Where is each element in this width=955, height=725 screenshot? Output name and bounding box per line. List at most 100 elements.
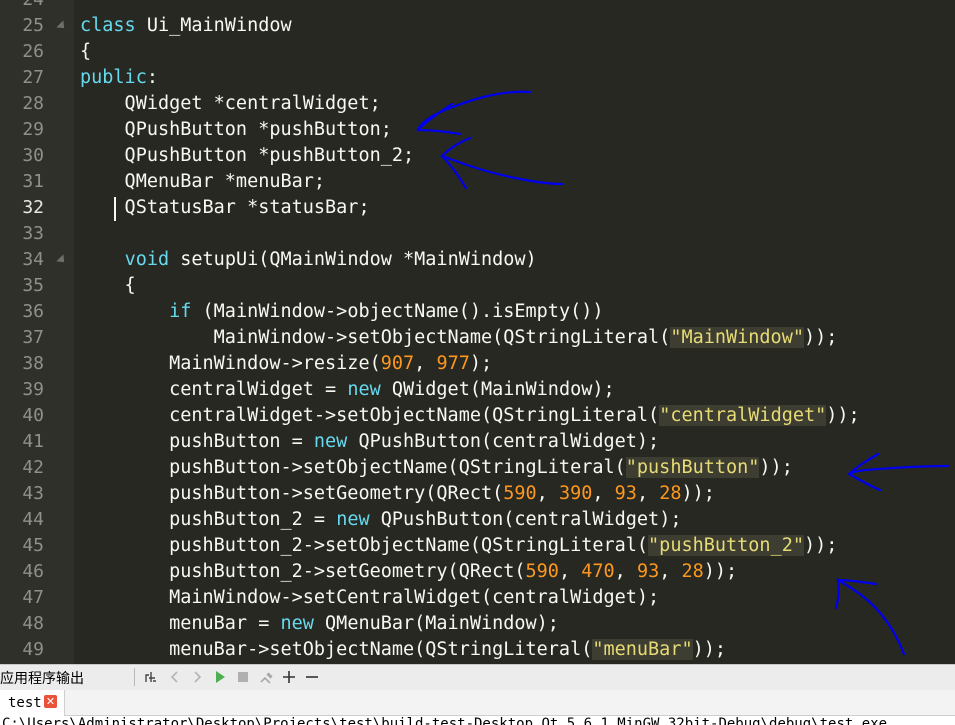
code-token: {: [80, 275, 136, 296]
line-number: 27: [22, 67, 44, 88]
fold-marker-icon[interactable]: [56, 20, 68, 32]
line-number: 35: [22, 275, 44, 296]
code-token: ));: [703, 561, 738, 582]
code-token: ,: [614, 561, 637, 582]
code-line: QWidget *centralWidget;: [80, 91, 381, 117]
code-line: pushButton = new QPushButton(centralWidg…: [80, 429, 659, 455]
line-number: 28: [22, 93, 44, 114]
line-number: 39: [22, 379, 44, 400]
code-line: QPushButton *pushButton_2;: [80, 143, 415, 169]
line-number: 38: [22, 353, 44, 374]
code-token: MainWindow->resize(: [80, 353, 381, 374]
code-token: ,: [659, 561, 682, 582]
code-area[interactable]: class Ui_MainWindow{public: QWidget *cen…: [74, 0, 955, 664]
code-line: pushButton_2->setObjectName(QStringLiter…: [80, 533, 837, 559]
code-line: MainWindow->resize(907, 977);: [80, 351, 492, 377]
code-line: pushButton_2->setGeometry(QRect(590, 470…: [80, 559, 737, 585]
code-token: QPushButton(centralWidget);: [347, 431, 660, 452]
code-token: QPushButton *pushButton;: [80, 119, 392, 140]
code-token: ,: [558, 561, 582, 582]
code-token: centralWidget->setObjectName(QStringLite…: [80, 405, 660, 426]
clear-icon[interactable]: [257, 667, 277, 687]
code-token: public: [80, 67, 147, 88]
code-token: ,: [592, 483, 615, 504]
tab-test[interactable]: test ✕: [0, 690, 65, 716]
code-token: ,: [536, 483, 559, 504]
line-number: 45: [22, 535, 44, 556]
code-line: pushButton->setObjectName(QStringLiteral…: [80, 455, 793, 481]
code-token: new: [347, 379, 381, 400]
code-token: menuBar =: [80, 613, 281, 634]
line-number: 36: [22, 301, 44, 322]
fold-marker-icon[interactable]: [56, 254, 68, 266]
code-token: ));: [692, 639, 727, 660]
line-number: 24: [0, 0, 44, 13]
code-token: ));: [803, 535, 838, 556]
code-line: pushButton->setGeometry(QRect(590, 390, …: [80, 481, 715, 507]
code-token: ));: [759, 457, 793, 478]
output-tab-bar: test ✕: [0, 690, 955, 716]
line-number: 49: [22, 639, 44, 660]
stop-icon[interactable]: [233, 667, 253, 687]
code-token: QWidget *centralWidget;: [80, 93, 381, 114]
code-token: :: [146, 67, 158, 88]
code-token: QPushButton(centralWidget);: [369, 509, 682, 530]
code-line: menuBar->setObjectName(QStringLiteral("m…: [80, 637, 726, 663]
line-number: 26: [22, 41, 44, 62]
line-number: 44: [22, 509, 44, 530]
run-icon[interactable]: [210, 667, 230, 687]
add-icon[interactable]: [279, 667, 299, 687]
code-line: class Ui_MainWindow: [80, 13, 292, 39]
output-panel-title: 应用程序输出: [0, 671, 84, 687]
attach-icon[interactable]: [141, 667, 161, 687]
line-number: 30: [22, 145, 44, 166]
tab-label: test: [8, 695, 42, 711]
code-token: "MainWindow": [670, 327, 804, 348]
code-token: Ui_MainWindow: [135, 15, 292, 36]
code-line: QStatusBar *statusBar;: [80, 195, 370, 221]
next-icon[interactable]: [187, 667, 207, 687]
code-token: {: [80, 41, 92, 62]
output-text: C:\Users\Administrator\Desktop\Projects\…: [2, 716, 888, 725]
code-token: void: [124, 249, 170, 270]
code-token: QMenuBar *menuBar;: [80, 171, 326, 192]
code-token: ));: [681, 483, 715, 504]
code-token: pushButton_2->setGeometry(QRect(: [80, 561, 526, 582]
line-number: 32: [22, 197, 44, 218]
remove-icon[interactable]: [302, 667, 322, 687]
code-token: pushButton_2 =: [80, 509, 337, 530]
line-number: 31: [22, 171, 44, 192]
code-token: QStatusBar *statusBar;: [80, 197, 370, 218]
close-icon[interactable]: ✕: [44, 695, 57, 708]
code-line: QMenuBar *menuBar;: [80, 169, 326, 195]
line-number-gutter: 24 25 26 27 28 29 30 31 32 33 34 35 36 37 38 39 40 41 42 43…: [0, 0, 74, 664]
code-token: 390: [558, 483, 593, 504]
line-number: 34: [22, 249, 44, 270]
code-token: MainWindow->setObjectName(QStringLiteral…: [80, 327, 671, 348]
line-number: 41: [22, 431, 44, 452]
code-token: 907: [380, 353, 415, 374]
prev-icon[interactable]: [165, 667, 185, 687]
code-token: if: [169, 301, 192, 322]
line-number: 43: [22, 483, 44, 504]
code-token: menuBar->setObjectName(QStringLiteral(: [80, 639, 593, 660]
code-token: MainWindow->setCentralWidget(centralWidg…: [80, 587, 660, 608]
code-token: QPushButton *pushButton_2;: [80, 145, 415, 166]
line-number: 33: [22, 223, 44, 244]
code-line: if (MainWindow->objectName().isEmpty()): [80, 299, 603, 325]
output-panel-toolbar: 应用程序输出: [0, 664, 955, 690]
code-token: 590: [525, 561, 559, 582]
code-token: ));: [826, 405, 860, 426]
code-token: pushButton =: [80, 431, 314, 452]
code-line: MainWindow->setObjectName(QStringLiteral…: [80, 325, 837, 351]
code-line: menuBar = new QMenuBar(MainWindow);: [80, 611, 559, 637]
toolbar-separator: [134, 668, 135, 686]
output-text-area[interactable]: C:\Users\Administrator\Desktop\Projects\…: [0, 716, 955, 725]
code-token: QWidget(MainWindow);: [380, 379, 615, 400]
code-token: "pushButton_2": [648, 535, 804, 556]
code-token: pushButton->setObjectName(QStringLiteral…: [80, 457, 626, 478]
code-token: 590: [503, 483, 537, 504]
line-number: 42: [22, 457, 44, 478]
code-editor[interactable]: 24 25 26 27 28 29 30 31 32 33 34 35 36 37 38 39 40 41 42 43…: [0, 0, 955, 664]
